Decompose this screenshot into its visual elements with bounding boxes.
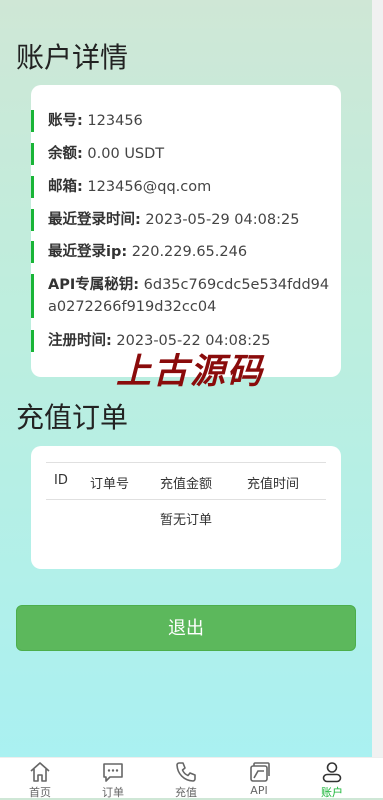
user-icon bbox=[322, 762, 342, 783]
tab-api[interactable]: API bbox=[229, 758, 289, 798]
chat-icon bbox=[103, 763, 123, 782]
row-label: 注册时间: bbox=[48, 333, 112, 349]
tab-label: 账户 bbox=[321, 786, 343, 799]
tab-recharge[interactable]: 充值 bbox=[156, 758, 216, 799]
row-accent-bar bbox=[31, 274, 34, 318]
watermark-text: 上古源码 bbox=[116, 351, 265, 392]
row-value: 0.00 USDT bbox=[87, 146, 165, 162]
tab-label: 充值 bbox=[175, 786, 197, 799]
tab-label: 首页 bbox=[29, 786, 51, 799]
row-accent-bar bbox=[31, 176, 34, 198]
row-value: 123456 bbox=[87, 113, 143, 129]
account-page: 账户详情 账号: 123456 余额: 0.00 USDT 邮箱: 123456… bbox=[0, 0, 372, 757]
cards-icon bbox=[250, 762, 270, 782]
row-value: 123456@qq.com bbox=[87, 179, 212, 195]
row-label: 邮箱: bbox=[48, 179, 83, 195]
column-header-amount: 充值金额 bbox=[160, 477, 213, 492]
row-accent-bar bbox=[31, 209, 34, 231]
bottom-tab-bar: 首页 订单 充值 API 账户 bbox=[0, 757, 383, 799]
row-accent-bar bbox=[31, 330, 34, 352]
row-accent-bar bbox=[31, 110, 34, 132]
row-accent-bar bbox=[31, 241, 34, 263]
orders-empty-text: 暂无订单 bbox=[159, 513, 212, 528]
tab-label: 订单 bbox=[102, 786, 124, 799]
row-value: 2023-05-29 04:08:25 bbox=[145, 212, 300, 228]
row-label: 最近登录时间: bbox=[48, 212, 141, 228]
home-icon bbox=[30, 762, 50, 782]
row-label: 最近登录ip: bbox=[48, 244, 128, 260]
account-info-card: 账号: 123456 余额: 0.00 USDT 邮箱: 123456@qq.c… bbox=[31, 85, 341, 377]
column-header-id: ID bbox=[54, 473, 68, 488]
account-details-title: 账户详情 bbox=[16, 41, 129, 74]
row-accent-bar bbox=[31, 143, 34, 165]
row-label: 余额: bbox=[48, 146, 83, 162]
row-value: 220.229.65.246 bbox=[131, 244, 248, 260]
tab-home[interactable]: 首页 bbox=[10, 758, 70, 799]
tab-account[interactable]: 账户 bbox=[302, 758, 362, 799]
phone-icon bbox=[176, 762, 196, 782]
row-label: API专属秘钥: bbox=[48, 277, 140, 293]
tab-label: API bbox=[250, 784, 268, 797]
orders-table-header: ID 订单号 充值金额 充值时间 bbox=[46, 462, 326, 500]
orders-title: 充值订单 bbox=[16, 401, 129, 434]
column-header-time: 充值时间 bbox=[247, 477, 300, 492]
tab-orders[interactable]: 订单 bbox=[83, 758, 143, 799]
scrollbar[interactable] bbox=[372, 0, 383, 757]
logout-button[interactable]: 退出 bbox=[16, 605, 356, 651]
row-label: 账号: bbox=[48, 113, 83, 129]
column-header-order-no: 订单号 bbox=[90, 477, 130, 492]
